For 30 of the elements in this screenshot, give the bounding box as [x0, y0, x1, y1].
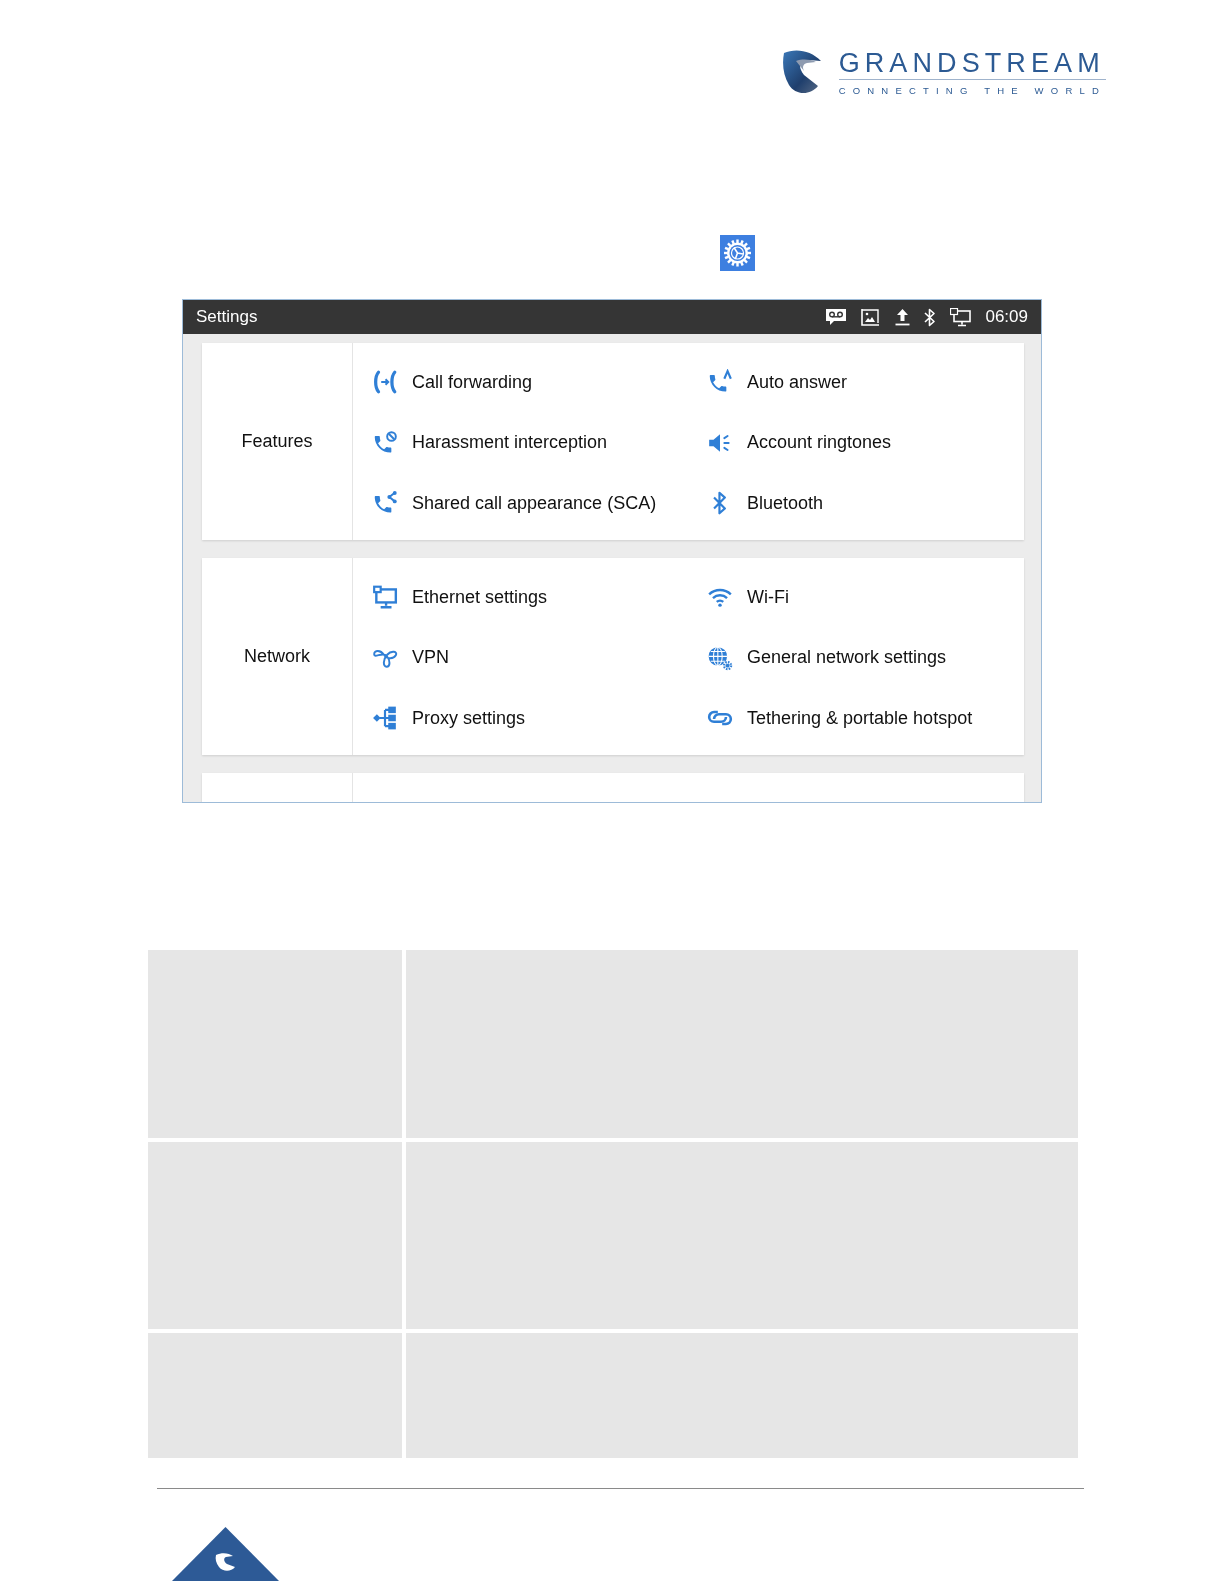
bluetooth-icon	[924, 307, 937, 327]
settings-item[interactable]: Tethering & portable hotspot	[707, 704, 973, 732]
settings-item[interactable]: General network settings	[707, 644, 947, 672]
settings-item[interactable]: VPN	[372, 644, 449, 672]
image-icon	[860, 307, 882, 327]
brand-tagline: CONNECTING THE WORLD	[838, 85, 1106, 96]
monitor-icon	[372, 584, 398, 611]
gear-icon	[720, 235, 755, 271]
voicemail-icon	[826, 308, 847, 326]
settings-item[interactable]: Call forwarding	[372, 368, 533, 396]
triangle-logo-icon	[172, 1527, 279, 1581]
settings-item[interactable]: Bluetooth	[707, 489, 824, 517]
upload-icon	[895, 308, 911, 326]
settings-item[interactable]: Ethernet settings	[372, 583, 548, 611]
settings-item[interactable]: Auto answer	[707, 368, 848, 396]
call-arrow-icon	[372, 369, 398, 396]
brand-name: GRANDSTREAM	[838, 48, 1106, 78]
settings-item[interactable]: Wi-Fi	[707, 583, 789, 611]
settings-item[interactable]: Harassment interception	[372, 429, 608, 457]
section-label: Features	[241, 430, 313, 453]
settings-item[interactable]: Shared call appearance (SCA)	[372, 489, 657, 517]
section-label: Network	[244, 645, 310, 668]
globe-gear-icon	[707, 644, 733, 671]
status-time: 06:09	[985, 306, 1028, 329]
settings-item[interactable]: Account ringtones	[707, 429, 892, 457]
window-title: Settings	[196, 306, 258, 329]
tree-nodes-icon	[372, 705, 398, 732]
phone-blocked-icon	[372, 429, 398, 456]
monitor-icon	[950, 307, 972, 327]
settings-item[interactable]: Proxy settings	[372, 704, 526, 732]
